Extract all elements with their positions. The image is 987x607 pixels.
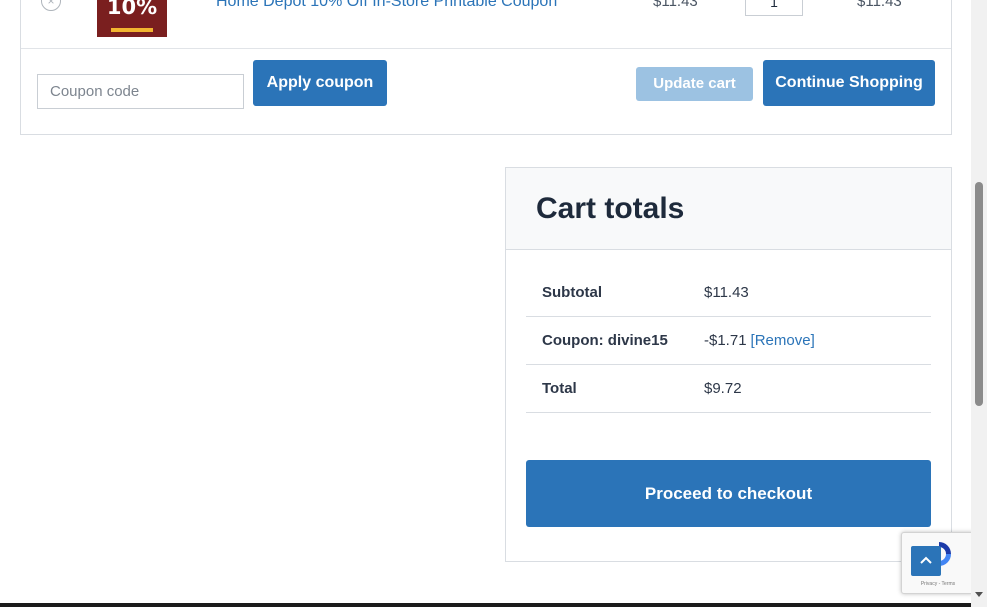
cart-table: × 10% Home Depot 10% Off In-Store Printa…: [20, 0, 952, 135]
window-bottom-edge: [0, 603, 971, 607]
cart-totals-header: Cart totals: [506, 168, 951, 250]
thumbnail-band: [111, 28, 153, 32]
totals-value: $11.43: [704, 284, 749, 301]
product-thumbnail[interactable]: 10%: [97, 0, 167, 37]
recaptcha-footer[interactable]: Privacy - Terms: [904, 581, 972, 587]
cart-item-row: × 10% Home Depot 10% Off In-Store Printa…: [21, 0, 951, 49]
product-subtotal: $11.43: [857, 0, 902, 10]
scrollbar[interactable]: [971, 0, 987, 607]
totals-value-group: -$1.71 [Remove]: [704, 332, 815, 349]
chevron-up-icon: [920, 556, 932, 564]
product-name-link[interactable]: Home Depot 10% Off In-Store Printable Co…: [216, 0, 557, 11]
remove-coupon-link[interactable]: [Remove]: [751, 332, 815, 349]
cart-totals-title: Cart totals: [536, 192, 685, 225]
scrollbar-thumb[interactable]: [975, 182, 983, 406]
thumbnail-text: 10%: [106, 0, 158, 19]
back-to-top-button[interactable]: [911, 546, 941, 576]
totals-row-subtotal: Subtotal $11.43: [526, 269, 931, 317]
remove-item-icon[interactable]: ×: [41, 0, 61, 11]
totals-value: -$1.71: [704, 332, 747, 349]
apply-coupon-button[interactable]: Apply coupon: [253, 60, 387, 106]
totals-label: Subtotal: [542, 284, 602, 301]
product-price: $11.43: [653, 0, 698, 10]
totals-row-total: Total $9.72: [526, 365, 931, 413]
totals-row-coupon: Coupon: divine15 -$1.71 [Remove]: [526, 317, 931, 365]
continue-shopping-button[interactable]: Continue Shopping: [763, 60, 935, 106]
proceed-to-checkout-button[interactable]: Proceed to checkout: [526, 460, 931, 527]
update-cart-button[interactable]: Update cart: [636, 67, 753, 101]
totals-value: $9.72: [704, 380, 742, 397]
quantity-input[interactable]: 1: [745, 0, 803, 16]
totals-label: Coupon: divine15: [542, 332, 668, 349]
scroll-down-arrow-icon[interactable]: [975, 592, 983, 597]
totals-label: Total: [542, 380, 577, 397]
cart-totals-panel: Cart totals Subtotal $11.43 Coupon: divi…: [505, 167, 952, 562]
coupon-code-input[interactable]: [37, 74, 244, 109]
